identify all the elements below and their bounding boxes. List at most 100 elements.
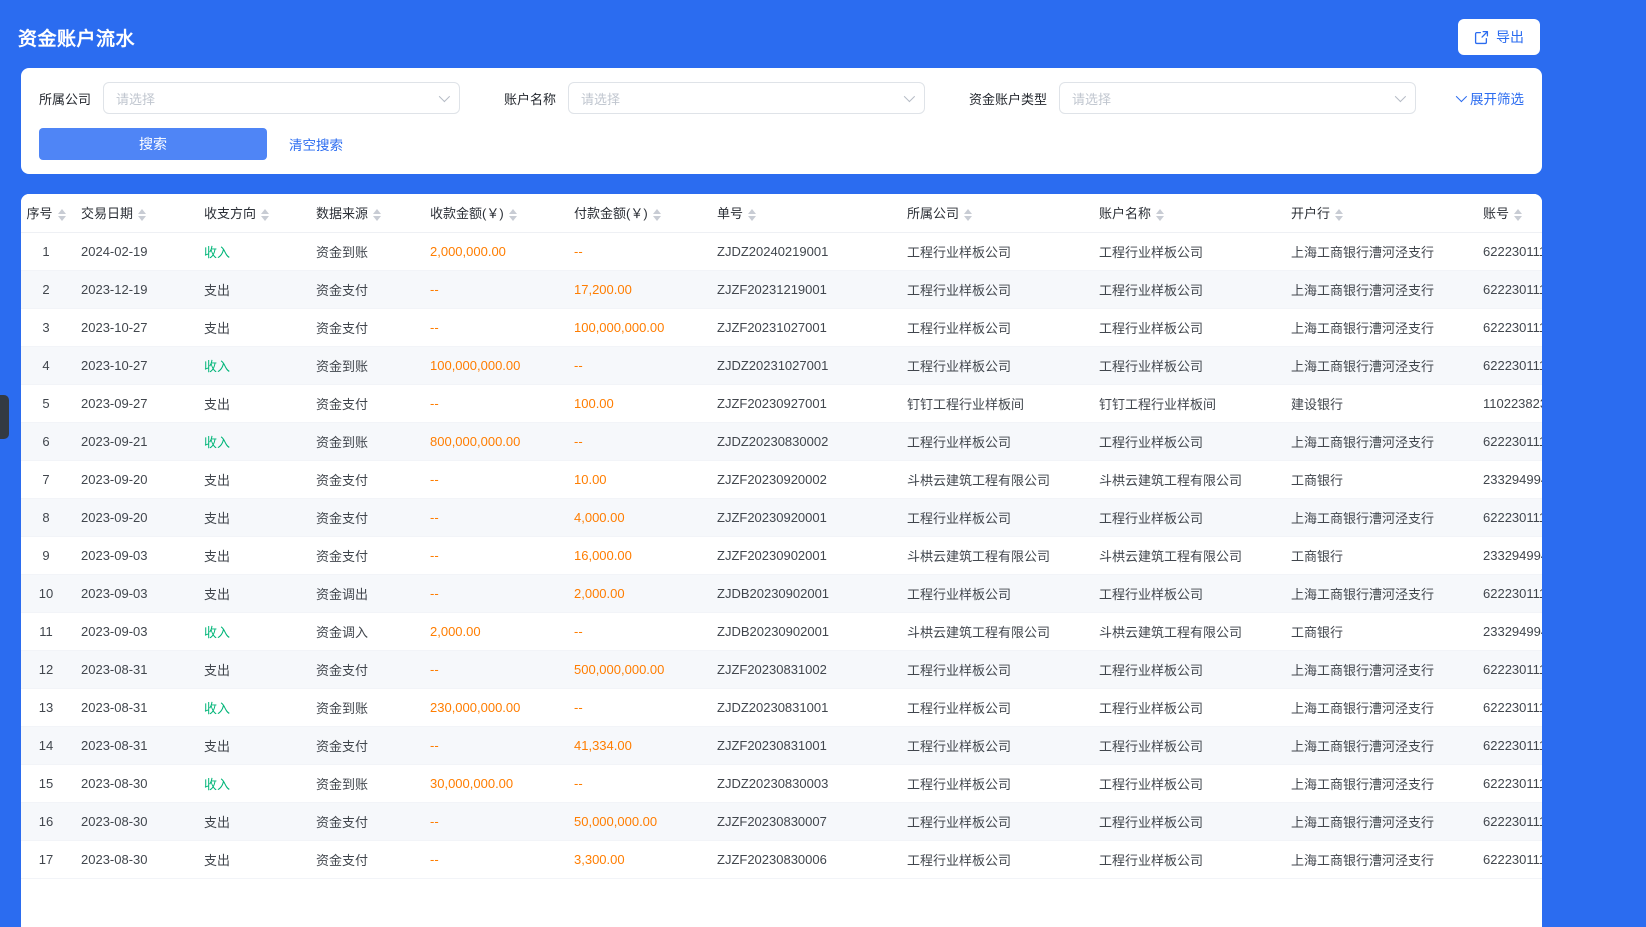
cell-account-name: 工程行业样板公司 [1089, 574, 1281, 612]
clear-search-link[interactable]: 清空搜索 [289, 134, 343, 154]
sort-icon[interactable] [748, 209, 756, 221]
table-row: 32023-10-27支出资金支付--100,000,000.00ZJZF202… [21, 308, 1542, 346]
cell-company: 工程行业样板公司 [897, 308, 1089, 346]
column-header[interactable]: 收支方向 [194, 194, 306, 232]
cell-source: 资金到账 [306, 422, 420, 460]
sort-icon[interactable] [509, 209, 517, 221]
cell-payment: -- [564, 764, 707, 802]
cell-account-name: 工程行业样板公司 [1089, 498, 1281, 536]
cell-no: 15 [21, 764, 71, 802]
cell-direction: 支出 [194, 574, 306, 612]
cell-direction: 支出 [194, 802, 306, 840]
cell-direction: 收入 [194, 232, 306, 270]
cell-income: 2,000,000.00 [420, 232, 564, 270]
account-name-select[interactable]: 请选择 [568, 82, 925, 114]
cell-payment: -- [564, 422, 707, 460]
cell-income: -- [420, 384, 564, 422]
column-label: 序号 [26, 206, 52, 221]
cell-order-no: ZJZF20230920002 [707, 460, 897, 498]
cell-income: -- [420, 574, 564, 612]
column-header[interactable]: 序号 [21, 194, 71, 232]
column-header[interactable]: 单号 [707, 194, 897, 232]
cell-company: 工程行业样板公司 [897, 574, 1089, 612]
cell-account-name: 工程行业样板公司 [1089, 270, 1281, 308]
column-header[interactable]: 所属公司 [897, 194, 1089, 232]
cell-order-no: ZJZF20230902001 [707, 536, 897, 574]
column-label: 收款金额(￥) [430, 206, 504, 221]
cell-direction: 支出 [194, 726, 306, 764]
cell-income: 800,000,000.00 [420, 422, 564, 460]
cell-account-no: 622230111 [1473, 308, 1542, 346]
cell-company: 工程行业样板公司 [897, 650, 1089, 688]
drawer-handle[interactable] [0, 395, 9, 439]
cell-bank: 上海工商银行漕河泾支行 [1281, 270, 1473, 308]
cell-order-no: ZJDZ20230830003 [707, 764, 897, 802]
sort-icon[interactable] [261, 209, 269, 221]
column-label: 收支方向 [204, 206, 256, 221]
cell-payment: 3,300.00 [564, 840, 707, 878]
cell-income: 30,000,000.00 [420, 764, 564, 802]
sort-icon[interactable] [1514, 209, 1522, 221]
cell-bank: 上海工商银行漕河泾支行 [1281, 498, 1473, 536]
cell-bank: 建设银行 [1281, 384, 1473, 422]
cell-bank: 上海工商银行漕河泾支行 [1281, 726, 1473, 764]
company-select[interactable]: 请选择 [103, 82, 460, 114]
cell-source: 资金调出 [306, 574, 420, 612]
sort-icon[interactable] [138, 209, 146, 221]
cell-account-name: 斗栱云建筑工程有限公司 [1089, 536, 1281, 574]
table-row: 22023-12-19支出资金支付--17,200.00ZJZF20231219… [21, 270, 1542, 308]
cell-account-no: 622230111 [1473, 574, 1542, 612]
cell-no: 12 [21, 650, 71, 688]
column-header[interactable]: 交易日期 [71, 194, 194, 232]
cell-source: 资金支付 [306, 270, 420, 308]
cell-account-no: 622230111 [1473, 726, 1542, 764]
column-header[interactable]: 账户名称 [1089, 194, 1281, 232]
table-row: 42023-10-27收入资金到账100,000,000.00--ZJDZ202… [21, 346, 1542, 384]
cell-bank: 上海工商银行漕河泾支行 [1281, 308, 1473, 346]
cell-account-no: 233294994 [1473, 460, 1542, 498]
cell-date: 2023-09-27 [71, 384, 194, 422]
account-type-select[interactable]: 请选择 [1059, 82, 1416, 114]
sort-icon[interactable] [964, 209, 972, 221]
cell-account-name: 工程行业样板公司 [1089, 422, 1281, 460]
cell-account-name: 工程行业样板公司 [1089, 346, 1281, 384]
cell-payment: -- [564, 346, 707, 384]
cell-direction: 收入 [194, 688, 306, 726]
cell-no: 7 [21, 460, 71, 498]
cell-bank: 上海工商银行漕河泾支行 [1281, 650, 1473, 688]
cell-order-no: ZJZF20230830006 [707, 840, 897, 878]
cell-account-no: 622230111 [1473, 802, 1542, 840]
column-label: 数据来源 [316, 206, 368, 221]
cell-company: 工程行业样板公司 [897, 688, 1089, 726]
cell-date: 2023-08-30 [71, 802, 194, 840]
table-row: 82023-09-20支出资金支付--4,000.00ZJZF202309200… [21, 498, 1542, 536]
table-row: 52023-09-27支出资金支付--100.00ZJZF20230927001… [21, 384, 1542, 422]
column-header[interactable]: 账号 [1473, 194, 1542, 232]
sort-icon[interactable] [653, 209, 661, 221]
cell-date: 2023-09-21 [71, 422, 194, 460]
sort-icon[interactable] [1335, 209, 1343, 221]
column-header[interactable]: 收款金额(￥) [420, 194, 564, 232]
column-header[interactable]: 付款金额(￥) [564, 194, 707, 232]
cell-date: 2023-09-20 [71, 498, 194, 536]
cell-account-name: 工程行业样板公司 [1089, 232, 1281, 270]
cell-order-no: ZJDZ20230830002 [707, 422, 897, 460]
filter-panel: 所属公司 请选择 账户名称 请选择 资金账户类型 请选择 展开筛选 搜索 [21, 68, 1542, 174]
cell-source: 资金支付 [306, 498, 420, 536]
export-button[interactable]: 导出 [1458, 19, 1540, 55]
sort-icon[interactable] [373, 209, 381, 221]
sort-icon[interactable] [1156, 209, 1164, 221]
cell-no: 14 [21, 726, 71, 764]
top-bar: 资金账户流水 导出 [0, 0, 1646, 68]
column-header[interactable]: 数据来源 [306, 194, 420, 232]
cell-account-name: 工程行业样板公司 [1089, 688, 1281, 726]
cell-company: 工程行业样板公司 [897, 802, 1089, 840]
cell-bank: 工商银行 [1281, 460, 1473, 498]
cell-account-name: 斗栱云建筑工程有限公司 [1089, 460, 1281, 498]
sort-icon[interactable] [58, 209, 66, 221]
column-header[interactable]: 开户行 [1281, 194, 1473, 232]
expand-filter-link[interactable]: 展开筛选 [1456, 88, 1524, 108]
search-button[interactable]: 搜索 [39, 128, 267, 160]
cell-bank: 上海工商银行漕河泾支行 [1281, 688, 1473, 726]
cell-payment: 17,200.00 [564, 270, 707, 308]
